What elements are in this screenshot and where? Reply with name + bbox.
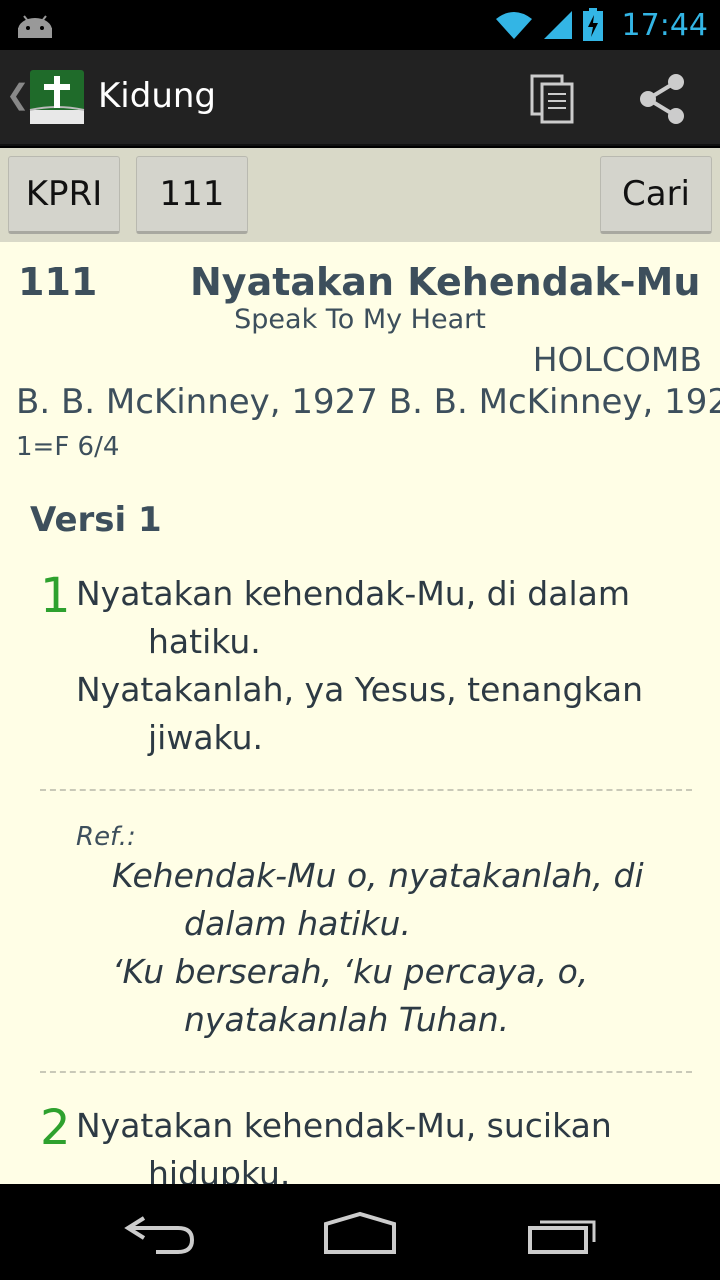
status-bar: 17:44 — [0, 0, 720, 50]
verse-line: hatiku. — [148, 622, 261, 661]
up-caret-icon[interactable]: ❮ — [6, 78, 29, 111]
clock: 17:44 — [621, 7, 708, 43]
song-authors: B. B. McKinney, 1927 B. B. McKinney, 192… — [16, 382, 720, 422]
android-debug-icon — [18, 15, 52, 38]
verse-heading: Versi 1 — [30, 500, 162, 540]
verse-line: Nyatakan kehendak-Mu, sucikan — [76, 1106, 612, 1145]
verse-line: Nyatakan kehendak-Mu, di dalam — [76, 574, 630, 613]
tune-name: HOLCOMB — [532, 340, 702, 379]
battery-charging-icon — [582, 8, 603, 41]
home-icon[interactable] — [320, 1208, 400, 1256]
verse-line: Nyatakanlah, ya Yesus, tenangkan — [76, 670, 644, 709]
refrain-line: dalam hatiku. — [184, 904, 411, 943]
verse-number: 1 — [40, 568, 71, 624]
refrain-line: ‘Ku berserah, ‘ku percaya, o, — [112, 952, 589, 991]
share-icon[interactable] — [636, 72, 690, 126]
song-key: 1=F 6/4 — [16, 432, 120, 462]
divider — [40, 1071, 692, 1073]
refrain-label: Ref.: — [76, 822, 136, 852]
recents-icon[interactable] — [522, 1208, 602, 1256]
song-number-button[interactable]: 111 — [136, 156, 248, 234]
verse-line: jiwaku. — [148, 718, 264, 757]
song-number: 111 — [18, 260, 98, 304]
back-icon[interactable] — [120, 1208, 200, 1256]
wifi-icon — [495, 12, 532, 39]
selector-bar: KPRI 111 Cari — [0, 148, 720, 242]
refrain-line: nyatakanlah Tuhan. — [184, 1000, 510, 1039]
song-subtitle: Speak To My Heart — [234, 304, 486, 335]
copy-icon[interactable] — [526, 72, 580, 126]
divider — [40, 789, 692, 791]
book-select-button[interactable]: KPRI — [8, 156, 120, 234]
verse-number: 2 — [40, 1100, 71, 1156]
app-logo-icon[interactable] — [28, 68, 86, 128]
song-title: Nyatakan Kehendak-Mu — [190, 260, 701, 304]
search-button[interactable]: Cari — [600, 156, 712, 234]
signal-icon — [543, 11, 572, 39]
app-title: Kidung — [98, 76, 217, 116]
refrain-line: Kehendak-Mu o, nyatakanlah, di — [112, 856, 644, 895]
action-bar: ❮ Kidung — [0, 50, 720, 146]
navigation-bar — [0, 1184, 720, 1280]
song-content[interactable]: 111 Nyatakan Kehendak-Mu Speak To My Hea… — [0, 242, 720, 1184]
verse-line: hidupku. — [148, 1154, 291, 1184]
